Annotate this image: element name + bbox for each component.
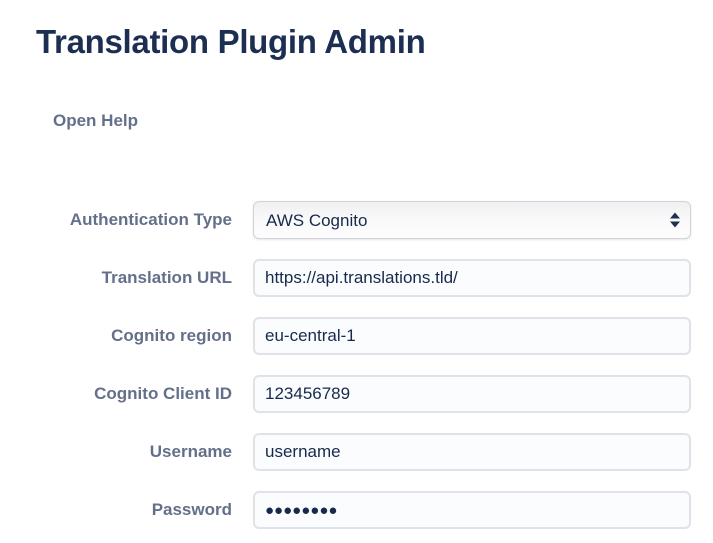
cognito-region-input[interactable] xyxy=(253,317,691,355)
cognito-client-id-label: Cognito Client ID xyxy=(36,384,232,404)
form-row-cognito-client-id: Cognito Client ID xyxy=(36,375,713,413)
authentication-type-select[interactable]: AWS Cognito xyxy=(253,201,691,239)
admin-settings-page: Translation Plugin Admin Open Help Authe… xyxy=(0,22,713,529)
settings-form: Authentication Type AWS Cognito Translat… xyxy=(36,201,713,529)
cognito-region-label: Cognito region xyxy=(36,326,232,346)
open-help-link[interactable]: Open Help xyxy=(53,111,138,131)
cognito-client-id-input[interactable] xyxy=(253,375,691,413)
form-row-translation-url: Translation URL xyxy=(36,259,713,297)
form-row-password: Password xyxy=(36,491,713,529)
translation-url-input[interactable] xyxy=(253,259,691,297)
form-row-username: Username xyxy=(36,433,713,471)
form-row-authentication-type: Authentication Type AWS Cognito xyxy=(36,201,713,239)
authentication-type-label: Authentication Type xyxy=(36,210,232,230)
form-row-cognito-region: Cognito region xyxy=(36,317,713,355)
password-label: Password xyxy=(36,500,232,520)
page-title: Translation Plugin Admin xyxy=(36,22,713,62)
authentication-type-select-wrap: AWS Cognito xyxy=(253,201,691,239)
password-input[interactable] xyxy=(253,491,691,529)
translation-url-label: Translation URL xyxy=(36,268,232,288)
username-label: Username xyxy=(36,442,232,462)
username-input[interactable] xyxy=(253,433,691,471)
